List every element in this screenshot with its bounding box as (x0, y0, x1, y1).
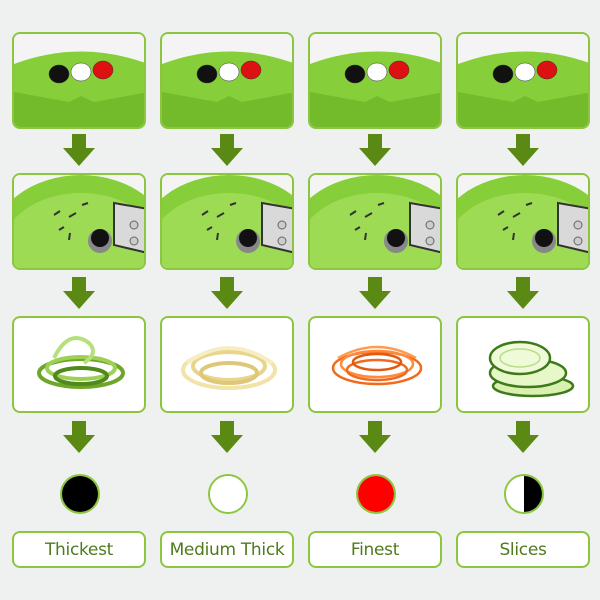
blade-disc-photo (308, 173, 442, 270)
column-white: Medium Thick (160, 0, 294, 600)
cap-selector-photo (308, 32, 442, 129)
arrow-down-icon (358, 421, 392, 455)
arrow-down-icon (62, 421, 96, 455)
blade-label: Medium Thick (160, 531, 294, 568)
blade-disc-photo (456, 173, 590, 270)
arrow-down-icon (506, 421, 540, 455)
blade-disc-photo (12, 173, 146, 270)
cap-selector-photo (12, 32, 146, 129)
blade-label: Thickest (12, 531, 146, 568)
arrow-down-icon (210, 277, 244, 311)
column-black: Thickest (12, 0, 146, 600)
vegetable-result-photo (456, 316, 590, 413)
vegetable-result-photo (12, 316, 146, 413)
arrow-down-icon (506, 134, 540, 168)
vegetable-result-photo (308, 316, 442, 413)
arrow-down-icon (358, 134, 392, 168)
blade-disc-photo (160, 173, 294, 270)
column-half-white-half-black: Slices (456, 0, 590, 600)
arrow-down-icon (62, 277, 96, 311)
arrow-down-icon (506, 277, 540, 311)
black-color-indicator (60, 474, 100, 514)
blade-label: Finest (308, 531, 442, 568)
half-white-half-black-color-indicator (504, 474, 544, 514)
arrow-down-icon (62, 134, 96, 168)
arrow-down-icon (210, 421, 244, 455)
cap-selector-photo (160, 32, 294, 129)
blade-label: Slices (456, 531, 590, 568)
arrow-down-icon (358, 277, 392, 311)
white-color-indicator (208, 474, 248, 514)
column-red: Finest (308, 0, 442, 600)
cap-selector-photo (456, 32, 590, 129)
red-color-indicator (356, 474, 396, 514)
vegetable-result-photo (160, 316, 294, 413)
arrow-down-icon (210, 134, 244, 168)
